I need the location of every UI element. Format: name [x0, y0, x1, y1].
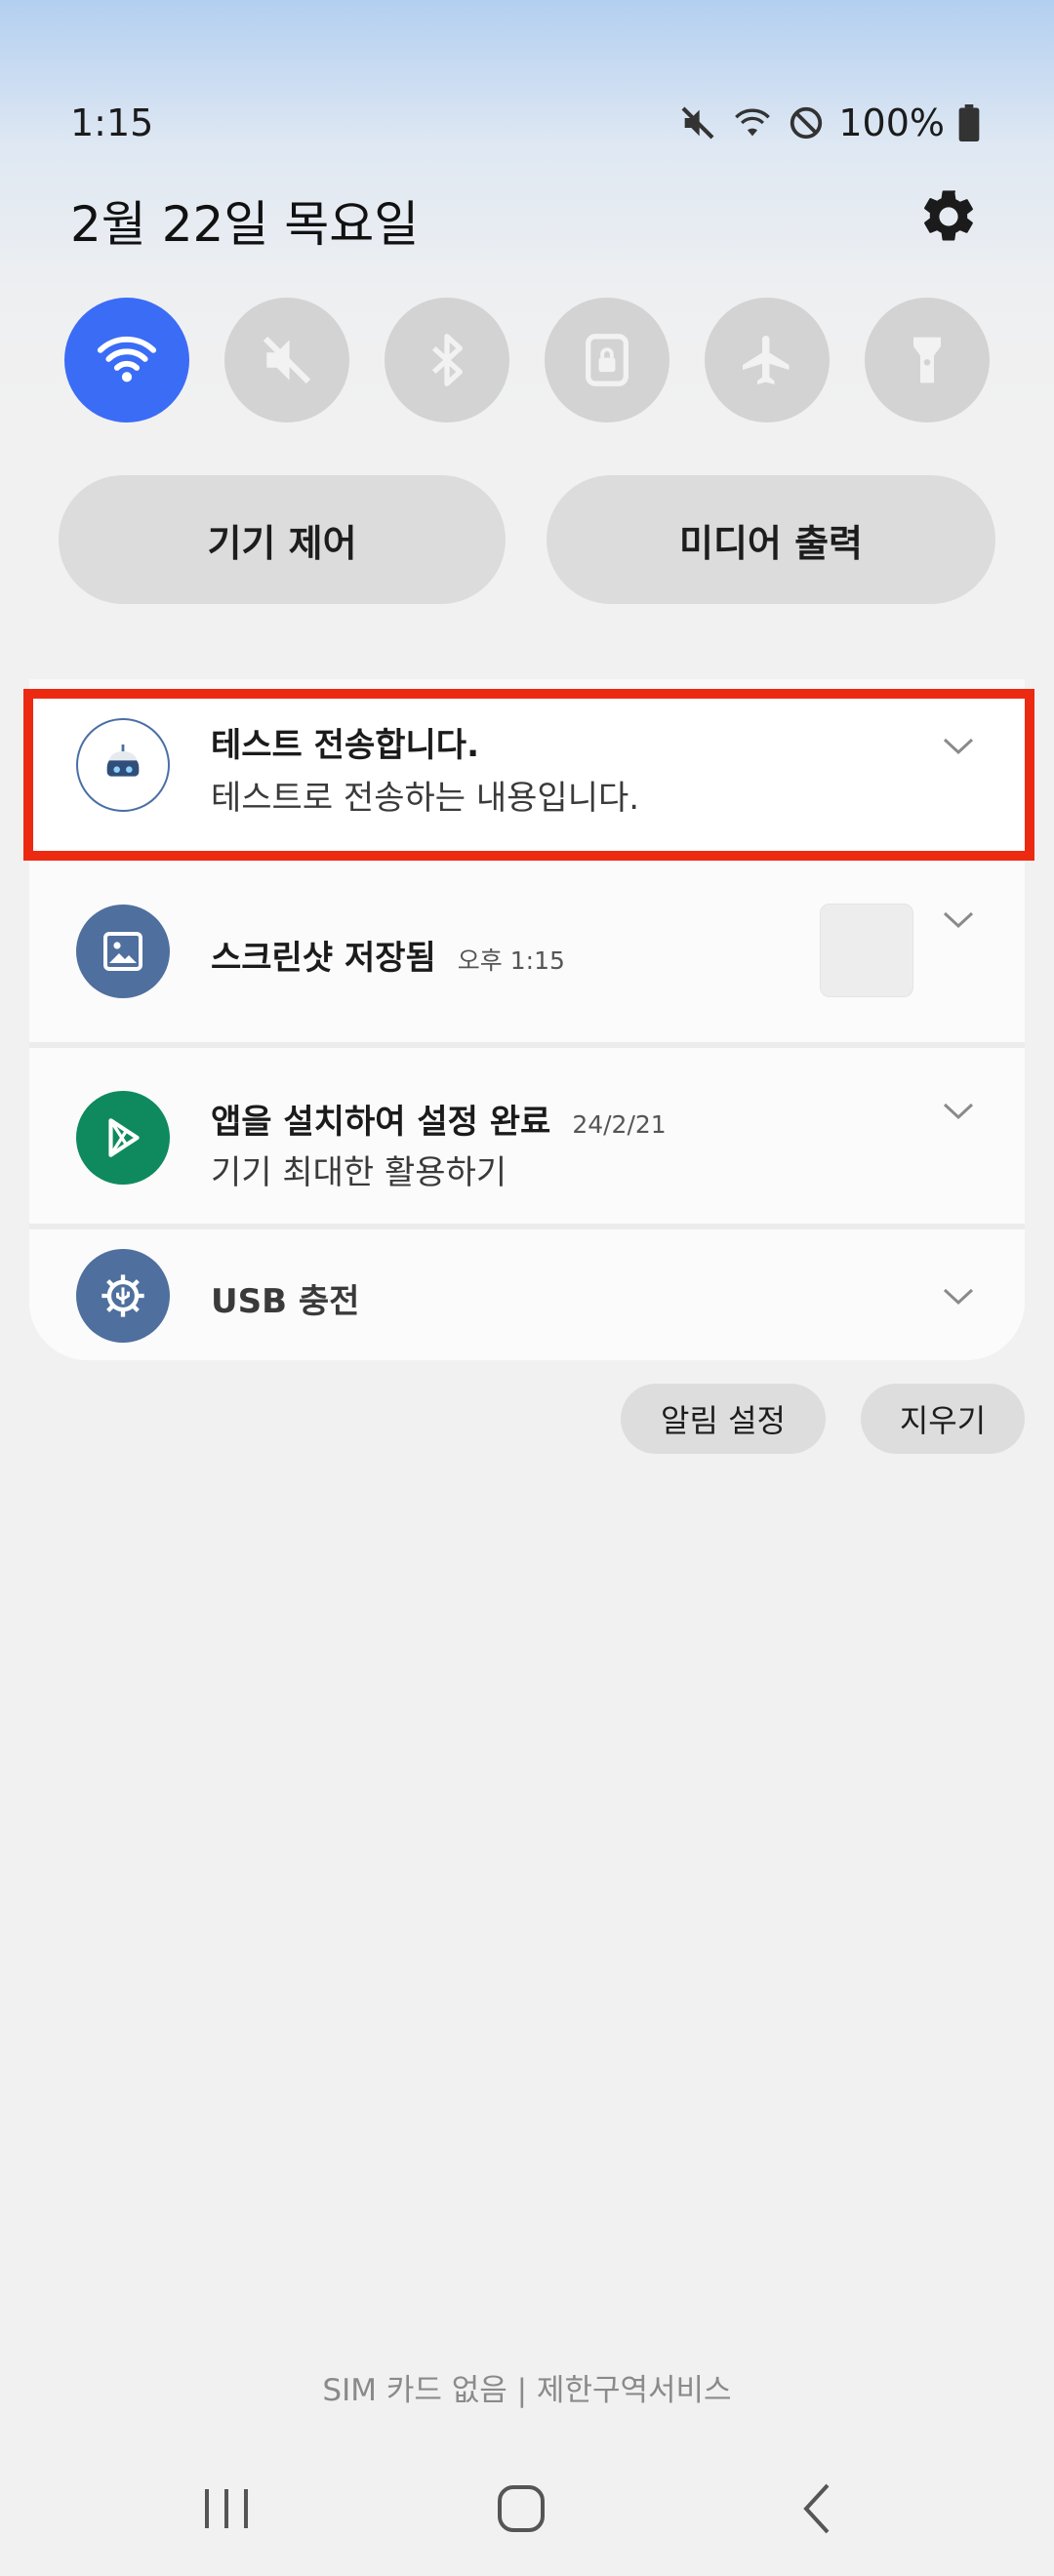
notification-title: 앱을 설치하여 설정 완료 24/2/21: [211, 1103, 667, 1142]
notification-time: 오후 1:15: [457, 946, 565, 975]
chevron-down-icon[interactable]: [939, 734, 978, 759]
usb-settings-icon: [76, 1249, 170, 1343]
status-time: 1:15: [70, 101, 154, 144]
robot-app-icon: [76, 718, 170, 812]
notification-setup[interactable]: 앱을 설치하여 설정 완료 24/2/21 기기 최대한 활용하기: [29, 1048, 1025, 1224]
notification-title: 스크린샷 저장됨 오후 1:15: [211, 939, 565, 978]
airplane-icon: [743, 336, 790, 384]
screenshot-thumbnail[interactable]: [820, 904, 913, 997]
battery-icon: [958, 104, 980, 141]
recent-apps-icon: [205, 2489, 248, 2528]
home-button[interactable]: [463, 2475, 580, 2543]
chevron-down-icon[interactable]: [939, 907, 978, 933]
carrier-status: SIM 카드 없음 | 제한구역서비스: [322, 2373, 732, 2408]
date-label: 2월 22일 목요일: [70, 196, 420, 253]
notification-body: 기기 최대한 활용하기: [211, 1153, 507, 1192]
notification-settings-button[interactable]: 알림 설정: [621, 1384, 826, 1454]
notification-test-message[interactable]: 테스트 전송합니다. 테스트로 전송하는 내용입니다.: [29, 689, 1025, 861]
notification-body: 테스트로 전송하는 내용입니다.: [211, 779, 640, 818]
status-icons: 100%: [678, 101, 980, 144]
bluetooth-icon: [431, 334, 463, 386]
mute-icon: [263, 336, 311, 384]
device-control-button[interactable]: 기기 제어: [59, 475, 506, 604]
battery-percentage: 100%: [838, 101, 945, 144]
play-store-icon: [76, 1091, 170, 1185]
mute-icon: [681, 106, 714, 140]
image-icon: [76, 905, 170, 998]
bluetooth-toggle[interactable]: [385, 298, 509, 423]
media-output-button[interactable]: 미디어 출력: [547, 475, 995, 604]
gear-icon: [924, 190, 973, 241]
chevron-down-icon[interactable]: [939, 1284, 978, 1309]
back-button[interactable]: [759, 2475, 876, 2543]
notification-date: 24/2/21: [572, 1110, 667, 1139]
flashlight-icon: [913, 337, 941, 383]
notification-title: 테스트 전송합니다.: [211, 726, 479, 765]
back-icon: [803, 2483, 830, 2534]
quick-settings-row: [64, 298, 990, 423]
portrait-lock-icon: [586, 334, 628, 386]
sound-toggle[interactable]: [224, 298, 349, 423]
wifi-icon: [97, 336, 157, 382]
rotation-lock-toggle[interactable]: [545, 298, 669, 423]
recent-apps-button[interactable]: [168, 2475, 285, 2543]
chevron-down-icon[interactable]: [939, 1099, 978, 1124]
home-icon: [498, 2485, 545, 2532]
notification-title: USB 충전: [211, 1282, 360, 1321]
airplane-mode-toggle[interactable]: [705, 298, 830, 423]
notification-screenshot[interactable]: 스크린샷 저장됨 오후 1:15: [29, 861, 1025, 1042]
wifi-toggle[interactable]: [64, 298, 189, 423]
wifi-icon: [735, 108, 771, 137]
settings-button[interactable]: [917, 185, 980, 248]
notification-usb[interactable]: USB 충전: [29, 1229, 1025, 1360]
do-not-disturb-icon: [790, 106, 823, 140]
flashlight-toggle[interactable]: [865, 298, 990, 423]
clear-button[interactable]: 지우기: [861, 1384, 1025, 1454]
